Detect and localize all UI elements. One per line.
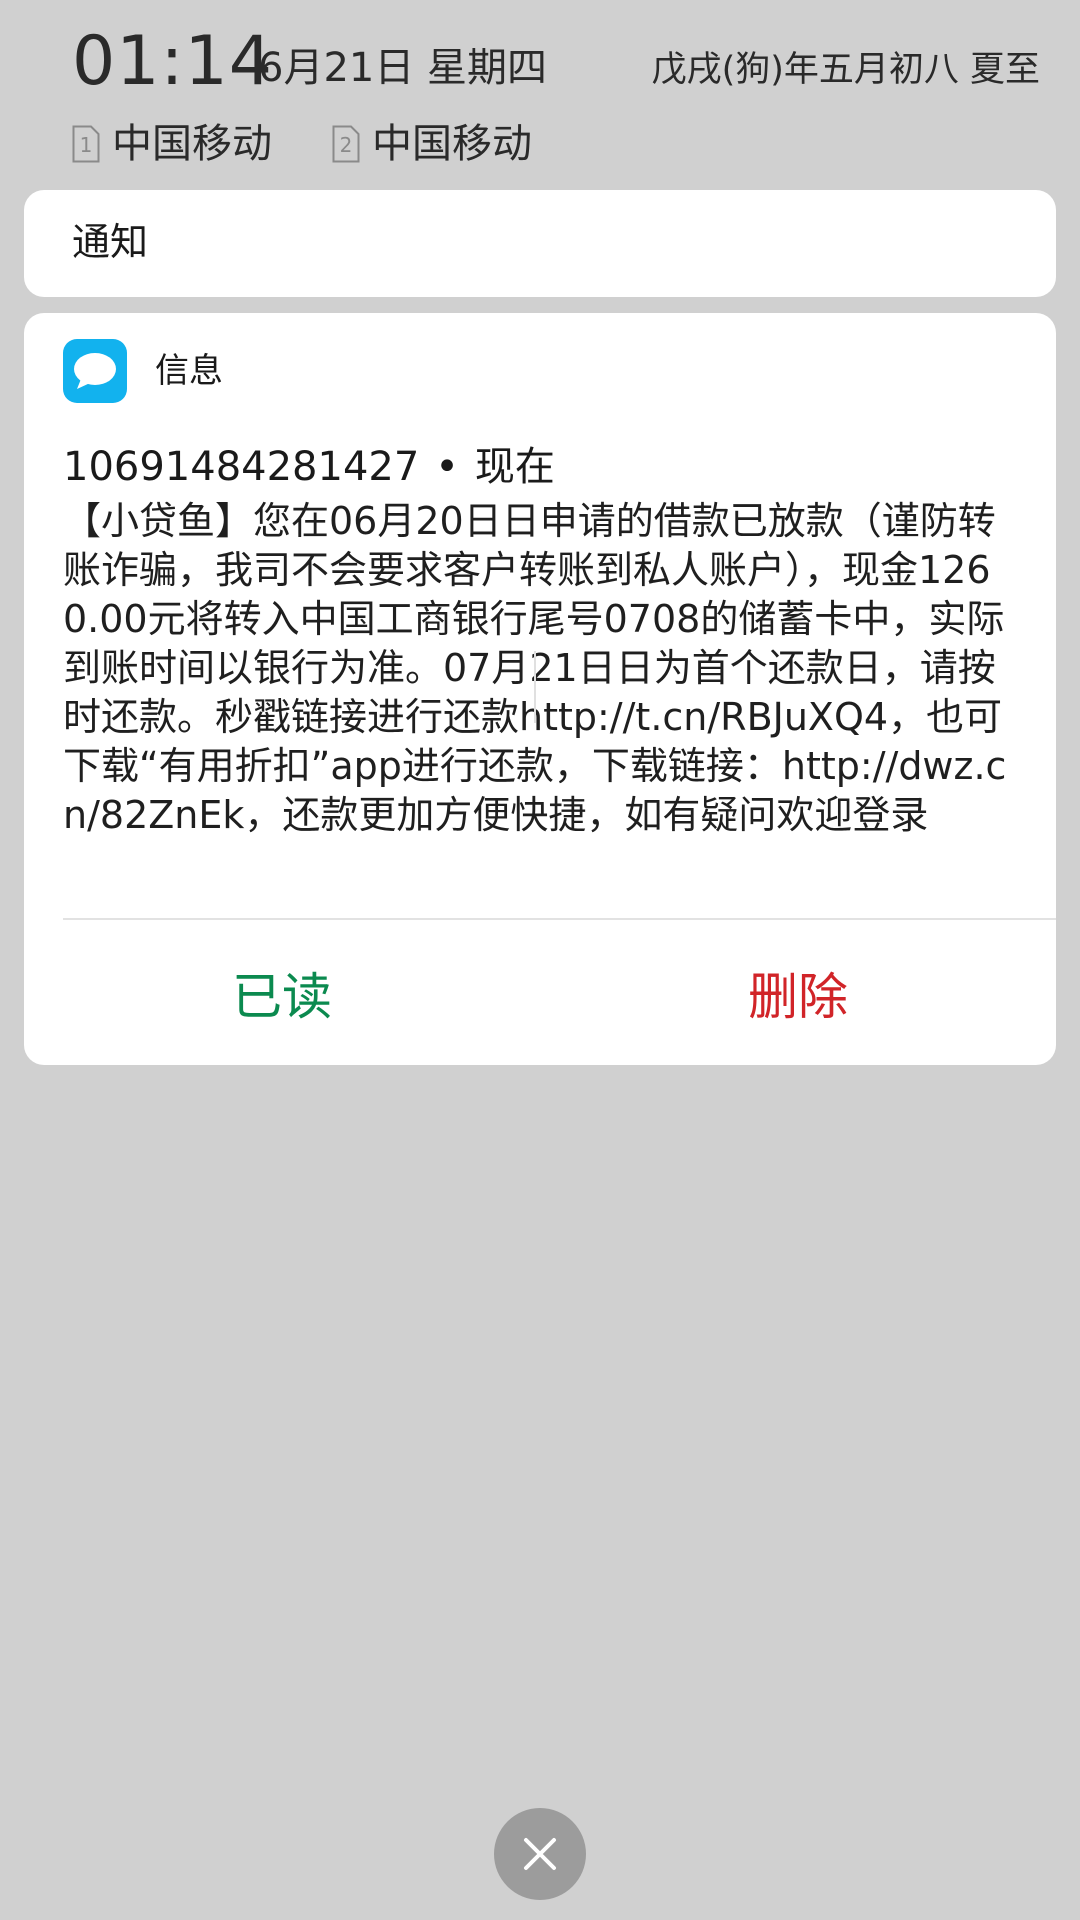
sender-row: 10691484281427 • 现在 <box>63 437 555 497</box>
clock-time: 01:14 <box>72 22 273 101</box>
close-icon <box>524 1838 556 1870</box>
close-button[interactable] <box>494 1808 586 1900</box>
delete-button[interactable]: 删除 <box>540 920 1056 1065</box>
message-bubble-icon <box>63 339 127 403</box>
carrier-sim-1: 1 中国移动 <box>72 112 272 176</box>
lunar-date-label: 戊戌(狗)年五月初八 夏至 <box>651 50 1040 90</box>
notification-header-card: 通知 <box>24 190 1056 297</box>
carrier-name: 中国移动 <box>112 121 272 167</box>
sim-number: 2 <box>339 133 353 157</box>
action-row: 已读 删除 <box>24 920 1056 1065</box>
app-header: 信息 <box>63 339 223 403</box>
sim-number: 1 <box>79 133 93 157</box>
separator-dot: • <box>435 444 459 490</box>
date-label: 6月21日 星期四 <box>258 45 548 91</box>
sim-card-icon: 1 <box>72 125 100 163</box>
notification-title: 通知 <box>72 220 149 264</box>
sim-card-icon: 2 <box>332 125 360 163</box>
message-notification-card[interactable]: 信息 10691484281427 • 现在 【小贷鱼】您在06月20日日申请的借款… <box>24 313 1056 1065</box>
carrier-name: 中国移动 <box>372 121 532 167</box>
action-divider <box>534 651 536 723</box>
message-body: 【小贷鱼】您在06月20日日申请的借款已放款（谨防转账诈骗，我司不会要求客户转账… <box>63 499 1007 837</box>
notification-screen: 01:14 6月21日 星期四 戊戌(狗)年五月初八 夏至 1 中国移动 2 中… <box>0 0 1080 1920</box>
mark-read-button[interactable]: 已读 <box>24 920 540 1065</box>
carrier-row: 1 中国移动 2 中国移动 <box>72 112 772 176</box>
carrier-sim-2: 2 中国移动 <box>332 112 532 176</box>
status-header: 01:14 6月21日 星期四 戊戌(狗)年五月初八 夏至 <box>72 18 1040 108</box>
message-time: 现在 <box>474 444 555 490</box>
sender-number: 10691484281427 <box>63 444 420 490</box>
app-name: 信息 <box>155 351 223 391</box>
